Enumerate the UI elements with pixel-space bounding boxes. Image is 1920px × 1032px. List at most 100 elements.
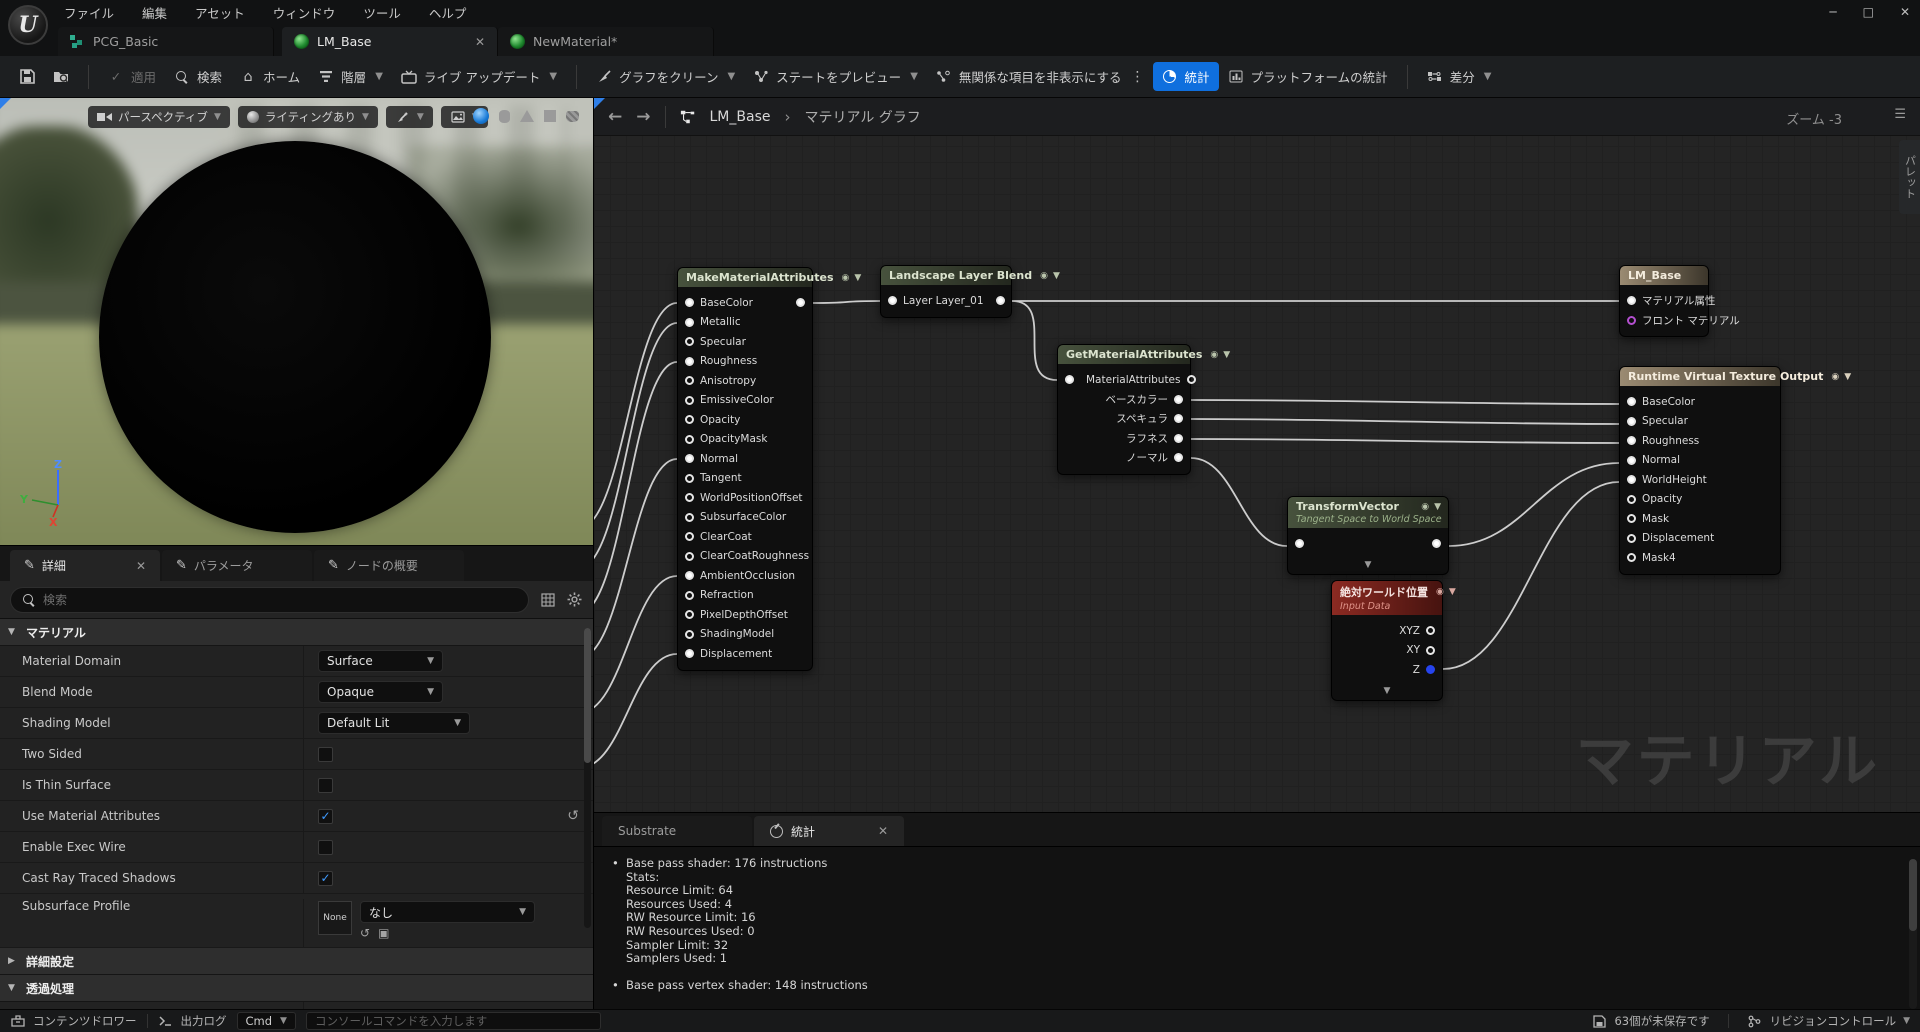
property-checkbox[interactable] — [318, 747, 333, 762]
stats-scrollbar[interactable] — [1909, 859, 1917, 1009]
section-header[interactable]: ▼透過処理 — [0, 975, 593, 1002]
advanced-pins-chevron[interactable]: ▼ — [1332, 686, 1442, 700]
details-search-input[interactable]: 検索 — [10, 587, 529, 613]
input-pin[interactable] — [888, 296, 897, 305]
tab-node-overview[interactable]: ✎ ノードの概要 — [314, 550, 464, 581]
tab-close-icon[interactable]: ✕ — [118, 559, 146, 573]
input-pin[interactable] — [685, 571, 694, 580]
menu-item-2[interactable]: アセット — [195, 3, 245, 22]
tab-details[interactable]: ✎ 詳細 ✕ — [10, 550, 160, 581]
reset-to-default-icon[interactable]: ↺ — [567, 808, 579, 824]
hierarchy-button[interactable]: 階層▼ — [309, 62, 392, 91]
menu-item-0[interactable]: ファイル — [64, 3, 114, 22]
preview-toggle-icon[interactable]: ◉ — [1436, 587, 1444, 597]
preview-toggle-icon[interactable]: ◉ — [1421, 502, 1429, 512]
live-update-button[interactable]: ライブ アップデート▼ — [392, 62, 566, 91]
output-pin[interactable] — [1432, 539, 1441, 548]
use-selected-icon[interactable]: ↺ — [360, 926, 370, 940]
tab-close-icon[interactable]: ✕ — [457, 35, 485, 49]
graph-menu-icon[interactable]: ☰ — [1894, 107, 1906, 122]
input-pin[interactable] — [685, 318, 694, 327]
perspective-dropdown[interactable]: パースペクティブ▼ — [88, 106, 230, 128]
output-pin[interactable] — [1426, 665, 1435, 674]
input-pin[interactable] — [685, 415, 694, 424]
tab-close-icon[interactable]: ✕ — [860, 824, 888, 838]
collapse-chevron-icon[interactable]: ▼ — [854, 273, 861, 283]
shape-sphere-button[interactable] — [473, 108, 489, 124]
output-pin[interactable] — [1174, 395, 1183, 404]
shape-plane-button[interactable] — [520, 110, 534, 122]
show-flags-dropdown[interactable]: ▼ — [386, 106, 433, 128]
input-pin[interactable] — [685, 493, 694, 502]
property-checkbox[interactable] — [318, 778, 333, 793]
output-log-button[interactable]: 出力ログ — [158, 1013, 227, 1029]
output-pin[interactable] — [1187, 375, 1196, 384]
toolbar-overflow-icon[interactable]: ⋮ — [1131, 69, 1145, 85]
input-pin[interactable] — [685, 357, 694, 366]
preview-toggle-icon[interactable]: ◉ — [1040, 271, 1048, 281]
section-header[interactable]: ▼マテリアル — [0, 619, 593, 646]
input-pin[interactable] — [685, 474, 694, 483]
graph-node-make-material-attributes[interactable]: MakeMaterialAttributes◉▼BaseColorMetalli… — [677, 267, 813, 671]
input-pin[interactable] — [685, 610, 694, 619]
property-dropdown[interactable]: Surface▼ — [318, 650, 443, 672]
menu-item-4[interactable]: ツール — [363, 3, 401, 22]
collapse-chevron-icon[interactable]: ▼ — [1434, 502, 1441, 512]
input-pin[interactable] — [1627, 475, 1636, 484]
property-checkbox[interactable]: ✓ — [318, 809, 333, 824]
material-graph-panel[interactable]: マテリアル MakeMaterialAttributes◉▼BaseColorM… — [593, 98, 1920, 812]
input-pin[interactable] — [685, 532, 694, 541]
home-button[interactable]: ⌂ ホーム — [231, 62, 309, 91]
collapse-chevron-icon[interactable]: ▼ — [1844, 372, 1851, 382]
graph-node-absolute-world-position[interactable]: 絶対ワールド位置◉▼Input DataXYZXYZ▼ — [1331, 580, 1443, 701]
input-pin[interactable] — [685, 552, 694, 561]
shape-cylinder-button[interactable] — [499, 110, 510, 123]
hide-unrelated-button[interactable]: 無関係な項目を非表示にする — [927, 62, 1131, 91]
shape-cube-button[interactable] — [544, 110, 556, 122]
output-pin[interactable] — [1174, 434, 1183, 443]
section-header[interactable]: ▶詳細設定 — [0, 948, 593, 975]
input-pin[interactable] — [685, 591, 694, 600]
stats-toggle-button[interactable]: 統計 — [1153, 62, 1219, 91]
input-pin[interactable] — [1627, 316, 1636, 325]
details-scrollbar[interactable] — [584, 628, 591, 928]
input-pin[interactable] — [685, 396, 694, 405]
unsaved-assets-button[interactable]: 63個が未保存です — [1591, 1013, 1709, 1029]
input-pin[interactable] — [685, 630, 694, 639]
input-pin[interactable] — [1627, 534, 1636, 543]
input-pin[interactable] — [1627, 397, 1636, 406]
output-pin[interactable] — [796, 298, 805, 307]
asset-thumbnail[interactable]: None — [318, 901, 352, 935]
output-pin[interactable] — [1174, 453, 1183, 462]
input-pin[interactable] — [1627, 553, 1636, 562]
diff-button[interactable]: 差分▼ — [1418, 62, 1501, 91]
minimize-icon[interactable]: ─ — [1829, 5, 1836, 19]
collapse-chevron-icon[interactable]: ▼ — [1449, 587, 1456, 597]
property-checkbox[interactable]: ✓ — [318, 871, 333, 886]
output-pin[interactable] — [1426, 626, 1435, 635]
property-checkbox[interactable] — [318, 840, 333, 855]
breadcrumb-page[interactable]: マテリアル グラフ — [804, 107, 920, 127]
browse-to-asset-button[interactable] — [44, 64, 78, 90]
close-icon[interactable]: ✕ — [1900, 5, 1910, 19]
clean-graph-button[interactable]: グラフをクリーン▼ — [587, 62, 744, 91]
preview-toggle-icon[interactable]: ◉ — [1210, 350, 1218, 360]
preview-state-button[interactable]: ステートをプレビュー▼ — [744, 62, 927, 91]
graph-node-landscape-layer-blend[interactable]: Landscape Layer Blend◉▼Layer Layer_01 — [880, 265, 1012, 318]
revision-control-button[interactable]: リビジョンコントロール ▼ — [1747, 1013, 1910, 1029]
palette-side-tab[interactable]: パレット — [1899, 140, 1920, 214]
console-command-input[interactable]: コンソールコマンドを入力します — [306, 1012, 601, 1030]
browse-icon[interactable]: ▣ — [378, 926, 389, 940]
input-pin[interactable] — [1627, 436, 1636, 445]
collapse-chevron-icon[interactable]: ▼ — [1223, 350, 1230, 360]
output-pin[interactable] — [1174, 414, 1183, 423]
display-filter-icon[interactable] — [539, 591, 556, 608]
menu-item-1[interactable]: 編集 — [142, 3, 167, 22]
view-mode-dropdown[interactable]: ライティングあり▼ — [238, 106, 378, 128]
unreal-logo-icon[interactable]: U — [8, 5, 48, 45]
preview-toggle-icon[interactable]: ◉ — [1831, 372, 1839, 382]
maximize-icon[interactable]: □ — [1863, 5, 1874, 19]
collapse-chevron-icon[interactable]: ▼ — [1053, 271, 1060, 281]
graph-node-lm-base-result[interactable]: LM_Baseマテリアル属性フロント マテリアル — [1619, 265, 1709, 337]
search-button[interactable]: 検索 — [165, 62, 231, 91]
